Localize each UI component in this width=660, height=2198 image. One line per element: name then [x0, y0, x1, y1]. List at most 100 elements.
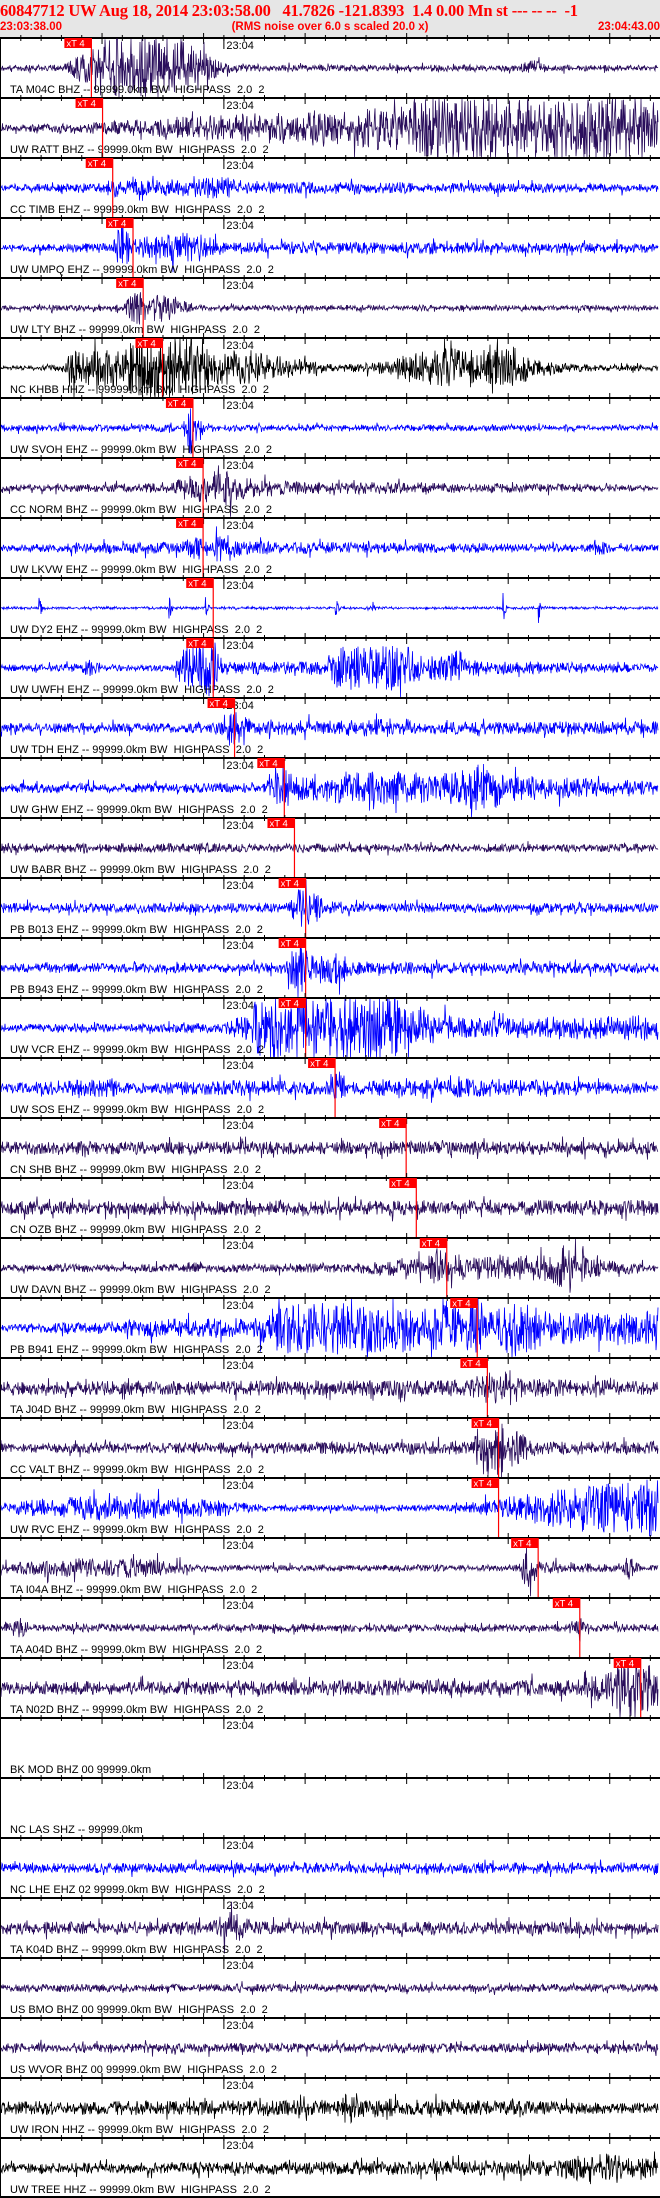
- pick-label: xT 4: [513, 1539, 531, 1550]
- trace-track: 23:04 CN SHB BHZ -- 99999.0km BW HIGHPASS…: [0, 1113, 660, 1178]
- time-mark-label: 23:04: [226, 1540, 254, 1552]
- trace-track: 23:04 UW DAVN BHZ -- 99999.0km BW HIGHPAS…: [0, 1233, 660, 1298]
- time-mark-label: 23:04: [226, 1360, 254, 1372]
- station-label: US BMO BHZ 00 99999.0km BW HIGHPASS 2.0 …: [10, 2004, 268, 2016]
- trace-track: 23:04 TA K04D BHZ -- 99999.0km BW HIGHPAS…: [0, 1893, 660, 1956]
- station-label: UW LTY BHZ -- 99999.0km BW HIGHPASS 2.0 …: [10, 324, 260, 336]
- trace-track: 23:04 UW RATT BHZ -- 99999.0km BW HIGHPAS…: [0, 93, 660, 158]
- pick-label: xT 4: [391, 1179, 409, 1190]
- trace-track: 23:04 TA I04A BHZ -- 99999.0km BW HIGHPAS…: [0, 1533, 660, 1598]
- time-mark-label: 23:04: [226, 520, 254, 532]
- station-label: UW UWFH EHZ -- 99999.0km BW HIGHPASS 2.0…: [10, 684, 274, 696]
- pick-label: xT 4: [188, 579, 206, 590]
- time-mark-label: 23:04: [226, 1000, 254, 1012]
- time-mark-label: 23:04: [226, 2140, 254, 2152]
- station-label: CC NORM BHZ -- 99999.0km BW HIGHPASS 2.0…: [10, 504, 272, 516]
- time-mark-label: 23:04: [226, 1780, 254, 1792]
- pick-label: xT 4: [210, 699, 228, 710]
- station-label: TA J04D BHZ -- 99999.0km BW HIGHPASS 2.0…: [10, 1404, 261, 1416]
- pick-label: xT 4: [168, 399, 186, 410]
- station-label: PB B943 EHZ -- 99999.0km BW HIGHPASS 2.0…: [10, 984, 263, 996]
- station-label: BK MOD BHZ 00 99999.0km: [10, 1764, 151, 1776]
- pick-label: xT 4: [118, 279, 136, 290]
- station-label: CC TIMB EHZ -- 99999.0km BW HIGHPASS 2.0…: [10, 204, 265, 216]
- time-mark-label: 23:04: [226, 1180, 254, 1192]
- time-mark-label: 23:04: [226, 1840, 254, 1852]
- waveform: [0, 1859, 659, 1878]
- time-mark-label: 23:04: [226, 220, 254, 232]
- time-mark-label: 23:04: [226, 880, 254, 892]
- station-label: UW LKVW EHZ -- 99999.0km BW HIGHPASS 2.0…: [10, 564, 272, 576]
- trace-track: 23:04 UW SVOH EHZ -- 99999.0km BW HIGHPAS…: [0, 393, 660, 458]
- trace-track: 23:04 US WVOR BHZ 00 99999.0km BW HIGHPAS…: [0, 2013, 660, 2076]
- pick-label: xT 4: [281, 879, 299, 890]
- seismogram-record-section: 23:04 TA M04C BHZ -- 99999.0km BW HIGHPAS…: [0, 33, 660, 2198]
- waveform: [0, 1071, 659, 1103]
- station-label: UW UMPQ EHZ -- 99999.0km BW HIGHPASS 2.0…: [10, 264, 274, 276]
- trace-track: 23:04 TA A04D BHZ -- 99999.0km BW HIGHPAS…: [0, 1593, 660, 1658]
- pick-label: xT 4: [269, 819, 287, 830]
- time-mark-label: 23:04: [226, 460, 254, 472]
- station-label: TA A04D BHZ -- 99999.0km BW HIGHPASS 2.0…: [10, 1644, 262, 1656]
- pick-label: xT 4: [88, 159, 106, 170]
- time-mark-label: 23:04: [226, 1660, 254, 1672]
- trace-track: 23:04 TA N02D BHZ -- 99999.0km BW HIGHPAS…: [0, 1653, 660, 1718]
- waveform: [0, 1981, 659, 1996]
- pick-label: xT 4: [462, 1359, 480, 1370]
- trace-track: 23:04 UW UWFH EHZ -- 99999.0km BW HIGHPAS…: [0, 633, 660, 698]
- trace-track: 23:04 UW GHW EHZ -- 99999.0km BW HIGHPASS…: [0, 753, 660, 818]
- time-mark-label: 23:04: [226, 2080, 254, 2092]
- time-mark-label: 23:04: [226, 1240, 254, 1252]
- time-mark-label: 23:04: [226, 640, 254, 652]
- time-mark-label: 23:04: [226, 1900, 254, 1912]
- station-label: NC KHBB HHZ -- 99999.0km BW HIGHPASS 2.0…: [10, 384, 269, 396]
- time-mark-label: 23:04: [226, 100, 254, 112]
- trace-track: 23:04 TA J04D BHZ -- 99999.0km BW HIGHPAS…: [0, 1353, 660, 1418]
- pick-label: xT 4: [616, 1659, 634, 1670]
- waveform: [0, 526, 659, 562]
- station-label: CN SHB BHZ -- 99999.0km BW HIGHPASS 2.0 …: [10, 1164, 261, 1176]
- station-label: UW RVC EHZ -- 99999.0km BW HIGHPASS 2.0 …: [10, 1524, 264, 1536]
- trace-track: 23:04 US BMO BHZ 00 99999.0km BW HIGHPASS…: [0, 1953, 660, 2016]
- time-mark-label: 23:04: [226, 40, 254, 52]
- station-label: NC LAS SHZ -- 99999.0km: [10, 1824, 143, 1836]
- waveform: [0, 2039, 659, 2057]
- time-mark-label: 23:04: [226, 160, 254, 172]
- station-label: CN OZB BHZ -- 99999.0km BW HIGHPASS 2.0 …: [10, 1224, 261, 1236]
- pick-label: xT 4: [555, 1599, 573, 1610]
- trace-track: 23:04 CN OZB BHZ -- 99999.0km BW HIGHPASS…: [0, 1173, 660, 1238]
- station-label: NC LHE EHZ 02 99999.0km BW HIGHPASS 2.0 …: [10, 1884, 265, 1896]
- trace-track: 23:04 PB B941 EHZ -- 99999.0km BW HIGHPAS…: [0, 1293, 660, 1358]
- time-mark-label: 23:04: [226, 1420, 254, 1432]
- station-label: TA N02D BHZ -- 99999.0km BW HIGHPASS 2.0…: [10, 1704, 263, 1716]
- trace-track: 23:04 UW DY2 EHZ -- 99999.0km BW HIGHPASS…: [0, 573, 660, 638]
- time-mark-label: 23:04: [226, 1300, 254, 1312]
- time-mark-label: 23:04: [226, 1120, 254, 1132]
- station-label: UW VCR EHZ -- 99999.0km BW HIGHPASS 2.0 …: [10, 1044, 264, 1056]
- trace-track: 23:04 TA M04C BHZ -- 99999.0km BW HIGHPAS…: [0, 33, 660, 98]
- time-mark-label: 23:04: [226, 820, 254, 832]
- time-mark-label: 23:04: [226, 2020, 254, 2032]
- station-label: UW BABR BHZ -- 99999.0km BW HIGHPASS 2.0…: [10, 864, 271, 876]
- waveform: [0, 879, 659, 927]
- waveform: [0, 175, 659, 201]
- pick-label: xT 4: [422, 1239, 440, 1250]
- trace-track: 23:04 UW IRON HHZ -- 99999.0km BW HIGHPAS…: [0, 2073, 660, 2136]
- station-label: PB B013 EHZ -- 99999.0km BW HIGHPASS 2.0…: [10, 924, 263, 936]
- waveform: [0, 841, 659, 856]
- station-label: UW GHW EHZ -- 99999.0km BW HIGHPASS 2.0 …: [10, 804, 268, 816]
- waveform: [0, 1136, 659, 1160]
- trace-track: 23:04 CC VALT BHZ -- 99999.0km BW HIGHPAS…: [0, 1413, 660, 1478]
- trace-track: 23:04 CC NORM BHZ -- 99999.0km BW HIGHPAS…: [0, 453, 660, 518]
- time-mark-label: 23:04: [226, 340, 254, 352]
- time-mark-label: 23:04: [226, 1060, 254, 1072]
- trace-track: 23:04 UW BABR BHZ -- 99999.0km BW HIGHPAS…: [0, 813, 660, 878]
- waveform: [0, 2151, 659, 2185]
- station-label: UW SVOH EHZ -- 99999.0km BW HIGHPASS 2.0…: [10, 444, 272, 456]
- pick-label: xT 4: [66, 39, 84, 50]
- trace-track: 23:04 NC LAS SHZ -- 99999.0km: [0, 1773, 660, 1836]
- pick-label: xT 4: [178, 459, 196, 470]
- trace-track: 23:04 UW SOS EHZ -- 99999.0km BW HIGHPASS…: [0, 1053, 660, 1118]
- pick-label: xT 4: [474, 1479, 492, 1490]
- trace-track: 23:04 PB B013 EHZ -- 99999.0km BW HIGHPAS…: [0, 873, 660, 938]
